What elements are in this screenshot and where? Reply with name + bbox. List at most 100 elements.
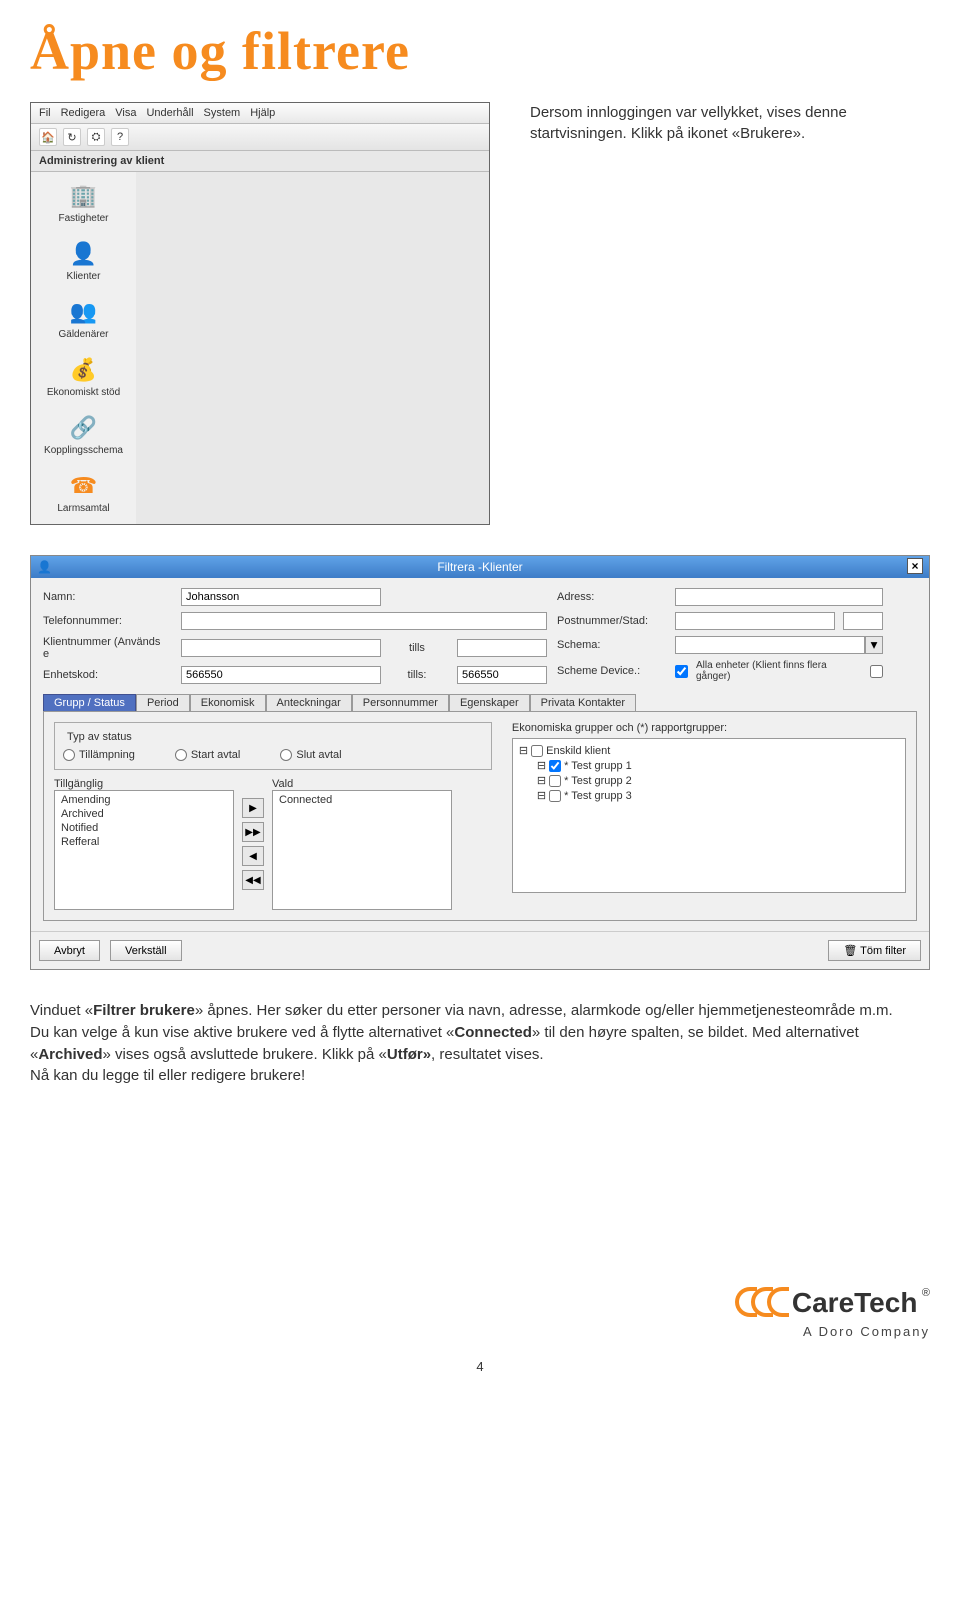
menu-view[interactable]: Visa <box>115 107 136 119</box>
label-tillganglig: Tillgänglig <box>54 778 234 790</box>
tab-personnummer[interactable]: Personnummer <box>352 694 449 711</box>
label-schema: Schema: <box>557 639 667 651</box>
sidebar-item-fastigheter[interactable]: 🏢 Fastigheter <box>36 182 131 224</box>
person-icon: 👤 <box>70 240 98 268</box>
brand-logo: CareTech ® A Doro Company <box>30 1287 930 1339</box>
remove-button[interactable]: ◀ <box>242 846 264 866</box>
tab-anteckningar[interactable]: Anteckningar <box>266 694 352 711</box>
sidebar-item-klienter[interactable]: 👤 Klienter <box>36 240 131 282</box>
sidebar-label: Kopplingsschema <box>44 445 123 456</box>
registered-icon: ® <box>922 1287 930 1299</box>
tree-item[interactable]: ⊟ Enskild klient <box>517 743 901 758</box>
remove-all-button[interactable]: ◀◀ <box>242 870 264 890</box>
tree-item[interactable]: ⊟ * Test grupp 2 <box>517 773 901 788</box>
input-klientnr-from[interactable] <box>181 639 381 657</box>
label-vald: Vald <box>272 778 452 790</box>
sidebar-label: Klienter <box>67 271 101 282</box>
label-alla: Alla enheter (Klient finns flera gånger) <box>696 660 862 682</box>
menu-system[interactable]: System <box>204 107 241 119</box>
list-item[interactable]: Amending <box>57 793 231 807</box>
input-klientnr-to[interactable] <box>457 639 547 657</box>
dialog-titlebar: 👤 Filtrera -Klienter × <box>31 556 929 578</box>
input-telefon[interactable] <box>181 612 547 630</box>
listbox-selected[interactable]: Connected <box>272 790 452 910</box>
checkbox-alla[interactable] <box>870 665 883 678</box>
list-item[interactable]: Connected <box>275 793 449 807</box>
tab-content: Typ av status Tillämpning Start avtal Sl… <box>43 711 917 921</box>
list-item[interactable]: Archived <box>57 807 231 821</box>
input-namn[interactable] <box>181 588 381 606</box>
sidebar: 🏢 Fastigheter 👤 Klienter 👥 Gäldenärer 💰 … <box>31 172 136 524</box>
phone-icon: ☎ <box>70 472 98 500</box>
list-item[interactable]: Notified <box>57 821 231 835</box>
input-stad[interactable] <box>843 612 883 630</box>
tree-item[interactable]: ⊟ * Test grupp 1 <box>517 758 901 773</box>
label-tills2: tills: <box>389 669 449 681</box>
add-button[interactable]: ▶ <box>242 798 264 818</box>
toolbar-btn-4[interactable]: ? <box>111 128 129 146</box>
add-all-button[interactable]: ▶▶ <box>242 822 264 842</box>
input-enhet-from[interactable] <box>181 666 381 684</box>
apply-button[interactable]: Verkställ <box>110 940 182 961</box>
sidebar-label: Larmsamtal <box>57 503 109 514</box>
clear-filter-button[interactable]: 🗑 Töm filter <box>828 940 921 961</box>
menu-maintain[interactable]: Underhåll <box>146 107 193 119</box>
link-icon: 🔗 <box>70 414 98 442</box>
money-icon: 💰 <box>70 356 98 384</box>
tab-egenskaper[interactable]: Egenskaper <box>449 694 530 711</box>
intro-text: Dersom innloggingen var vellykket, vises… <box>530 102 880 144</box>
tab-ekonomisk[interactable]: Ekonomisk <box>190 694 266 711</box>
radio-slut[interactable]: Slut avtal <box>280 749 341 761</box>
input-enhet-to[interactable] <box>457 666 547 684</box>
page-number: 4 <box>30 1359 930 1374</box>
tab-grupp-status[interactable]: Grupp / Status <box>43 694 136 711</box>
close-button[interactable]: × <box>907 558 923 574</box>
menu-help[interactable]: Hjälp <box>250 107 275 119</box>
toolbar: 🏠 ↻ ⛭ ? <box>31 124 489 151</box>
toolbar-btn-1[interactable]: 🏠 <box>39 128 57 146</box>
label-postnr: Postnummer/Stad: <box>557 615 667 627</box>
label-grupper: Ekonomiska grupper och (*) rapportgruppe… <box>512 722 906 734</box>
label-klientnr: Klientnummer (Används e <box>43 636 173 660</box>
sidebar-label: Gäldenärer <box>58 329 108 340</box>
main-app-window: Fil Redigera Visa Underhåll System Hjälp… <box>30 102 490 525</box>
checkbox-schemedev[interactable] <box>675 665 688 678</box>
label-adress: Adress: <box>557 591 667 603</box>
filter-dialog: 👤 Filtrera -Klienter × Namn: Telefonnumm… <box>30 555 930 970</box>
sidebar-item-galdenarer[interactable]: 👥 Gäldenärer <box>36 298 131 340</box>
menubar: Fil Redigera Visa Underhåll System Hjälp <box>31 103 489 124</box>
tab-bar: Grupp / Status Period Ekonomisk Anteckni… <box>43 694 917 711</box>
input-postnr[interactable] <box>675 612 835 630</box>
sidebar-title: Administrering av klient <box>31 151 489 172</box>
instructions-text: Vinduet «Filtrer brukere» åpnes. Her søk… <box>30 1000 900 1087</box>
list-item[interactable]: Refferal <box>57 835 231 849</box>
tab-privata[interactable]: Privata Kontakter <box>530 694 636 711</box>
tree-item[interactable]: ⊟ * Test grupp 3 <box>517 788 901 803</box>
toolbar-btn-2[interactable]: ↻ <box>63 128 81 146</box>
label-telefon: Telefonnummer: <box>43 615 173 627</box>
listbox-available[interactable]: Amending Archived Notified Refferal <box>54 790 234 910</box>
sidebar-label: Fastigheter <box>58 213 108 224</box>
logo-brand: CareTech <box>792 1287 918 1319</box>
input-schema[interactable] <box>675 636 865 654</box>
cancel-button[interactable]: Avbryt <box>39 940 100 961</box>
group-treebox[interactable]: ⊟ Enskild klient ⊟ * Test grupp 1 ⊟ * Te… <box>512 738 906 893</box>
page-heading: Åpne og filtrere <box>30 20 930 82</box>
schema-dropdown-button[interactable]: ▾ <box>865 636 883 654</box>
menu-edit[interactable]: Redigera <box>61 107 106 119</box>
label-tills: tills <box>389 642 449 654</box>
tab-period[interactable]: Period <box>136 694 190 711</box>
fieldset-title: Typ av status <box>63 731 136 743</box>
input-adress[interactable] <box>675 588 883 606</box>
radio-tillampning[interactable]: Tillämpning <box>63 749 135 761</box>
radio-start[interactable]: Start avtal <box>175 749 241 761</box>
dialog-title-text: Filtrera -Klienter <box>437 560 522 574</box>
sidebar-item-ekonomiskt[interactable]: 💰 Ekonomiskt stöd <box>36 356 131 398</box>
sidebar-item-kopplings[interactable]: 🔗 Kopplingsschema <box>36 414 131 456</box>
menu-file[interactable]: Fil <box>39 107 51 119</box>
toolbar-btn-3[interactable]: ⛭ <box>87 128 105 146</box>
logo-arcs-icon <box>735 1287 783 1317</box>
label-schemedev: Scheme Device.: <box>557 665 667 677</box>
sidebar-item-larm[interactable]: ☎ Larmsamtal <box>36 472 131 514</box>
logo-subtitle: A Doro Company <box>30 1324 930 1339</box>
